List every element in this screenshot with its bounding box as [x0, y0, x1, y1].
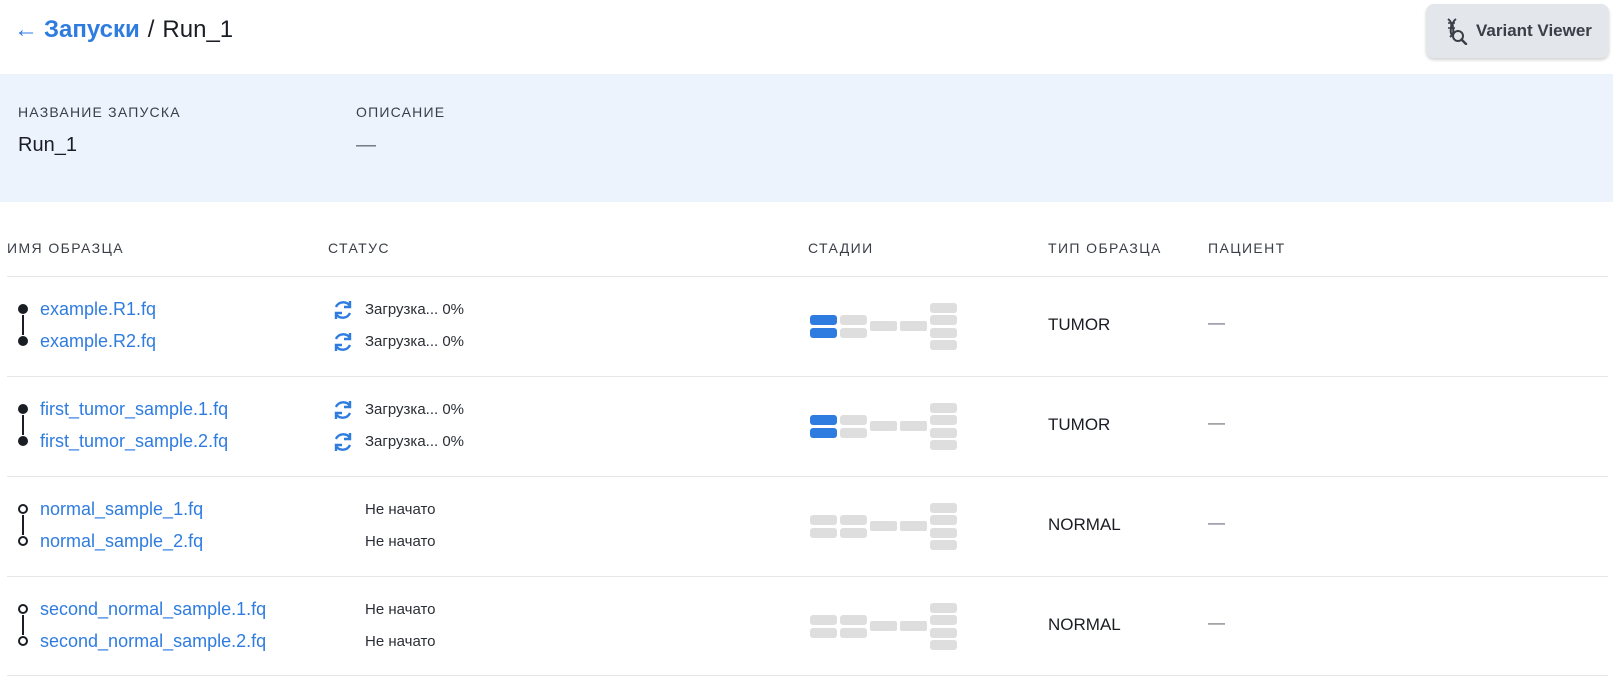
sample-type: TUMOR — [1048, 415, 1111, 434]
run-description-field: ОПИСАНИЕ — — [356, 104, 445, 157]
sync-icon — [334, 401, 352, 419]
run-description-label: ОПИСАНИЕ — [356, 104, 446, 120]
file-link-r2[interactable]: example.R2.fq — [40, 331, 156, 352]
status-text: Загрузка... 0% — [365, 333, 465, 350]
run-description-value: — — [356, 134, 376, 156]
patient-value: — — [1208, 413, 1225, 432]
run-info-panel: НАЗВАНИЕ ЗАПУСКА Run_1 ОПИСАНИЕ — — [0, 74, 1613, 202]
paired-outline-icon — [18, 604, 28, 646]
sample-type: NORMAL — [1048, 515, 1121, 534]
sync-icon — [334, 301, 352, 319]
table-row: second_normal_sample.1.fq second_normal_… — [7, 576, 1608, 676]
table-row: example.R1.fq example.R2.fq Загрузка... … — [7, 276, 1608, 376]
status-text: Не начато — [365, 533, 436, 550]
table-row: normal_sample_1.fq normal_sample_2.fq Не… — [7, 476, 1608, 576]
header-patient: ПАЦИЕНТ — [1208, 240, 1286, 256]
breadcrumb-separator: / — [147, 16, 155, 43]
breadcrumb-runs-link[interactable]: Запуски — [44, 16, 140, 44]
file-link-r2[interactable]: first_tumor_sample.2.fq — [40, 431, 228, 452]
header-status: СТАТУС — [328, 240, 390, 256]
paired-filled-icon — [18, 304, 28, 346]
status-text: Загрузка... 0% — [365, 401, 465, 418]
status-text: Загрузка... 0% — [365, 433, 465, 450]
paired-filled-icon — [18, 404, 28, 446]
sample-type: TUMOR — [1048, 315, 1111, 334]
stages-indicator — [810, 403, 957, 450]
file-link-r1[interactable]: example.R1.fq — [40, 299, 156, 320]
header-sample-name: ИМЯ ОБРАЗЦА — [7, 240, 124, 256]
stages-indicator — [810, 303, 957, 350]
status-text: Не начато — [365, 633, 436, 650]
paired-outline-icon — [18, 504, 28, 546]
table-row: first_tumor_sample.1.fq first_tumor_samp… — [7, 376, 1608, 476]
stages-indicator — [810, 603, 957, 650]
breadcrumb-current: Run_1 — [162, 16, 234, 43]
header-sample-type: ТИП ОБРАЗЦА — [1048, 240, 1162, 256]
run-name-label: НАЗВАНИЕ ЗАПУСКА — [18, 104, 181, 120]
sample-type: NORMAL — [1048, 615, 1121, 634]
variant-viewer-label: Variant Viewer — [1476, 21, 1592, 40]
run-name-value: Run_1 — [18, 134, 77, 156]
file-link-r1[interactable]: first_tumor_sample.1.fq — [40, 399, 228, 420]
file-link-r2[interactable]: second_normal_sample.2.fq — [40, 631, 266, 652]
patient-value: — — [1208, 313, 1225, 332]
back-arrow-icon[interactable]: ← — [14, 16, 38, 44]
status-text: Не начато — [365, 601, 436, 618]
header-stages: СТАДИИ — [808, 240, 874, 256]
status-text: Не начато — [365, 501, 436, 518]
file-link-r1[interactable]: second_normal_sample.1.fq — [40, 599, 266, 620]
file-link-r2[interactable]: normal_sample_2.fq — [40, 531, 203, 552]
dna-search-icon — [1447, 18, 1468, 45]
breadcrumb: ← Запуски / Run_1 — [14, 16, 233, 44]
variant-viewer-button[interactable]: Variant Viewer — [1426, 4, 1609, 58]
patient-value: — — [1208, 613, 1225, 632]
sync-icon — [334, 433, 352, 451]
page-header: ← Запуски / Run_1 Variant Viewer — [0, 0, 1613, 74]
status-text: Загрузка... 0% — [365, 301, 465, 318]
stages-indicator — [810, 503, 957, 550]
sync-icon — [334, 333, 352, 351]
run-name-field: НАЗВАНИЕ ЗАПУСКА Run_1 — [18, 104, 181, 157]
file-link-r1[interactable]: normal_sample_1.fq — [40, 499, 203, 520]
patient-value: — — [1208, 513, 1225, 532]
